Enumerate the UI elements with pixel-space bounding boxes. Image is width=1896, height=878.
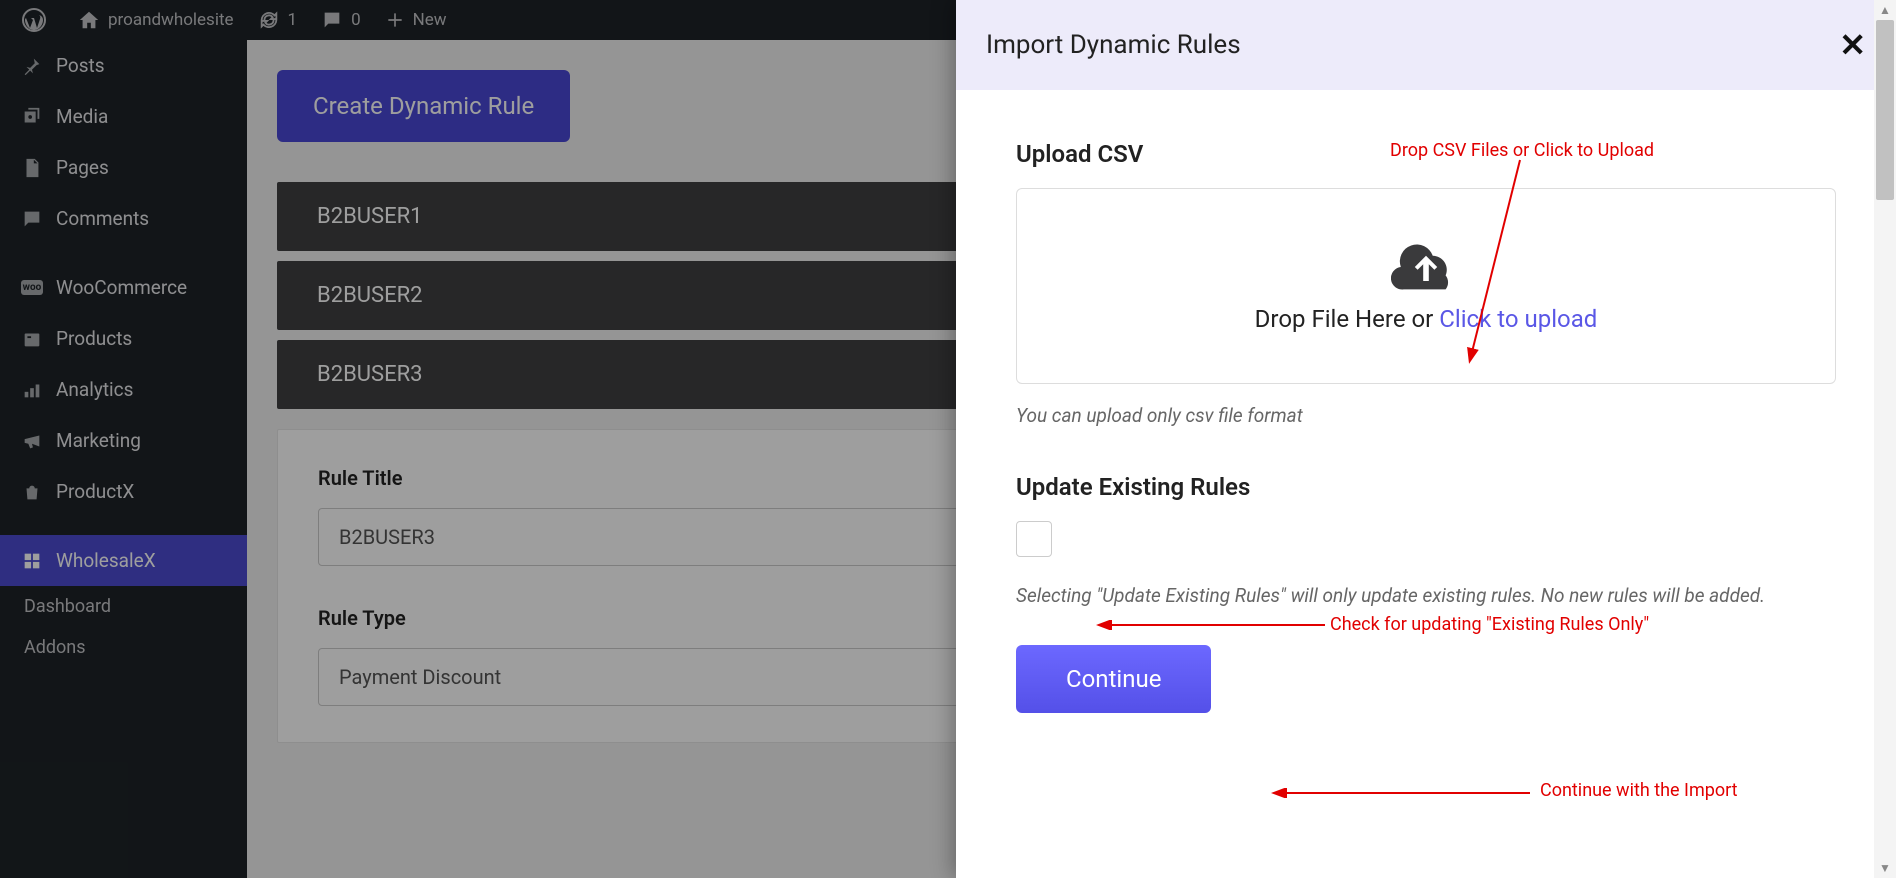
modal-title: Import Dynamic Rules — [986, 30, 1241, 60]
modal-header: Import Dynamic Rules ✕ — [956, 0, 1896, 90]
close-button[interactable]: ✕ — [1839, 26, 1866, 64]
dropzone-text: Drop File Here or Click to upload — [1037, 305, 1815, 333]
update-existing-checkbox[interactable] — [1016, 521, 1052, 557]
annotation-check: Check for updating "Existing Rules Only" — [1330, 614, 1649, 635]
click-to-upload-link[interactable]: Click to upload — [1439, 305, 1597, 333]
close-icon: ✕ — [1839, 26, 1866, 64]
scrollbar[interactable]: ▲ ▼ — [1874, 0, 1896, 878]
scroll-down-arrow[interactable]: ▼ — [1874, 858, 1896, 878]
update-description: Selecting "Update Existing Rules" will o… — [1016, 581, 1836, 611]
scrollbar-thumb[interactable] — [1876, 20, 1894, 200]
annotation-continue: Continue with the Import — [1540, 780, 1738, 801]
continue-button[interactable]: Continue — [1016, 645, 1211, 713]
import-modal: Import Dynamic Rules ✕ Upload CSV Drop F… — [956, 0, 1896, 878]
scroll-up-arrow[interactable]: ▲ — [1874, 0, 1896, 20]
update-section-title: Update Existing Rules — [1016, 473, 1836, 501]
upload-dropzone[interactable]: Drop File Here or Click to upload — [1016, 188, 1836, 384]
cloud-upload-icon — [1037, 239, 1815, 295]
upload-hint: You can upload only csv file format — [1016, 404, 1836, 427]
annotation-upload: Drop CSV Files or Click to Upload — [1390, 140, 1654, 161]
modal-body: Upload CSV Drop File Here or Click to up… — [956, 90, 1896, 763]
